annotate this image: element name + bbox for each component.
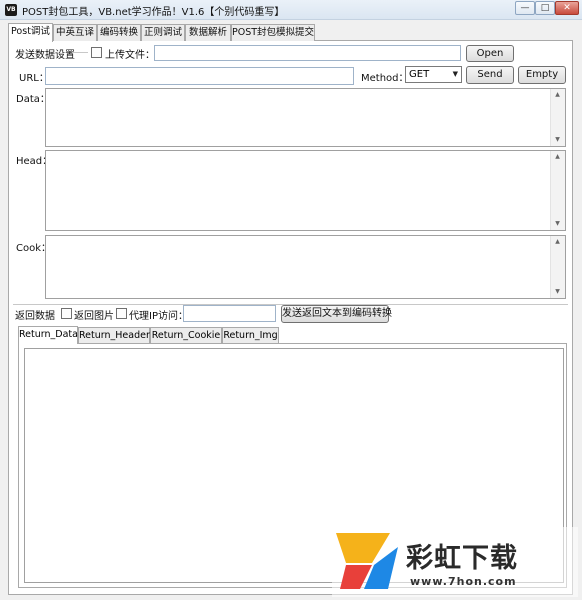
scroll-up-icon[interactable]: ▲ xyxy=(551,151,564,163)
open-button[interactable]: Open xyxy=(466,45,514,62)
watermark-url: www.7hon.com xyxy=(410,575,517,588)
tab-return-img[interactable]: Return_Img xyxy=(222,327,279,343)
tab-regex[interactable]: 正则调试 xyxy=(141,24,185,41)
upload-file-checkbox[interactable] xyxy=(91,47,102,58)
proxy-checkbox[interactable] xyxy=(116,308,127,319)
maximize-button[interactable]: □ xyxy=(535,1,555,15)
cook-scrollbar[interactable]: ▲ ▼ xyxy=(550,236,565,298)
tab-return-data[interactable]: Return_Data xyxy=(18,326,78,344)
watermark-brand: 彩虹下载 xyxy=(406,543,518,574)
url-input[interactable] xyxy=(45,67,354,85)
proxy-input[interactable] xyxy=(183,305,276,322)
return-image-label: 返回图片 xyxy=(74,311,114,322)
send-to-encoder-button[interactable]: 发送返回文本到编码转换 xyxy=(281,305,392,323)
upload-file-input[interactable] xyxy=(154,45,461,61)
tab-data-parse[interactable]: 数据解析 xyxy=(185,24,231,41)
tab-encoding[interactable]: 编码转换 xyxy=(97,24,141,41)
return-image-checkbox[interactable] xyxy=(61,308,72,319)
data-textarea[interactable]: ▲ ▼ xyxy=(45,88,566,147)
tab-return-header[interactable]: Return_Header xyxy=(78,327,150,343)
empty-button[interactable]: Empty xyxy=(518,66,566,84)
return-data-title: 返回数据 xyxy=(15,311,55,322)
minimize-button[interactable]: — xyxy=(515,1,535,15)
window-title: POST封包工具，VB.net学习作品！V1.6【个别代码重写】 xyxy=(22,7,285,18)
tab-post-debug[interactable]: Post调试 xyxy=(8,23,53,42)
send-button[interactable]: Send xyxy=(466,66,514,84)
method-select[interactable]: GET ▼ xyxy=(405,66,462,83)
scroll-down-icon[interactable]: ▼ xyxy=(551,134,564,146)
chevron-down-icon: ▼ xyxy=(452,70,458,78)
scroll-down-icon[interactable]: ▼ xyxy=(551,286,564,298)
scroll-up-icon[interactable]: ▲ xyxy=(551,236,564,248)
scroll-down-icon[interactable]: ▼ xyxy=(551,218,564,230)
upload-file-label: 上传文件： xyxy=(105,50,155,61)
cook-textarea[interactable]: ▲ ▼ xyxy=(45,235,566,299)
send-settings-title: 发送数据设置 xyxy=(15,50,75,61)
head-scrollbar[interactable]: ▲ ▼ xyxy=(550,151,565,230)
proxy-label: 代理IP访问： xyxy=(129,311,188,322)
close-button[interactable]: ✕ xyxy=(555,1,579,15)
group-divider xyxy=(72,52,88,53)
method-selected-value: GET xyxy=(409,69,430,80)
head-textarea[interactable]: ▲ ▼ xyxy=(45,150,566,231)
method-label: Method： xyxy=(361,73,409,84)
tab-post-simulate[interactable]: POST封包模拟提交 xyxy=(231,24,315,41)
app-icon: VB xyxy=(5,4,17,16)
tab-return-cookie[interactable]: Return_Cookie xyxy=(150,327,222,343)
tab-translate[interactable]: 中英互译 xyxy=(53,24,97,41)
data-scrollbar[interactable]: ▲ ▼ xyxy=(550,89,565,146)
scroll-up-icon[interactable]: ▲ xyxy=(551,89,564,101)
